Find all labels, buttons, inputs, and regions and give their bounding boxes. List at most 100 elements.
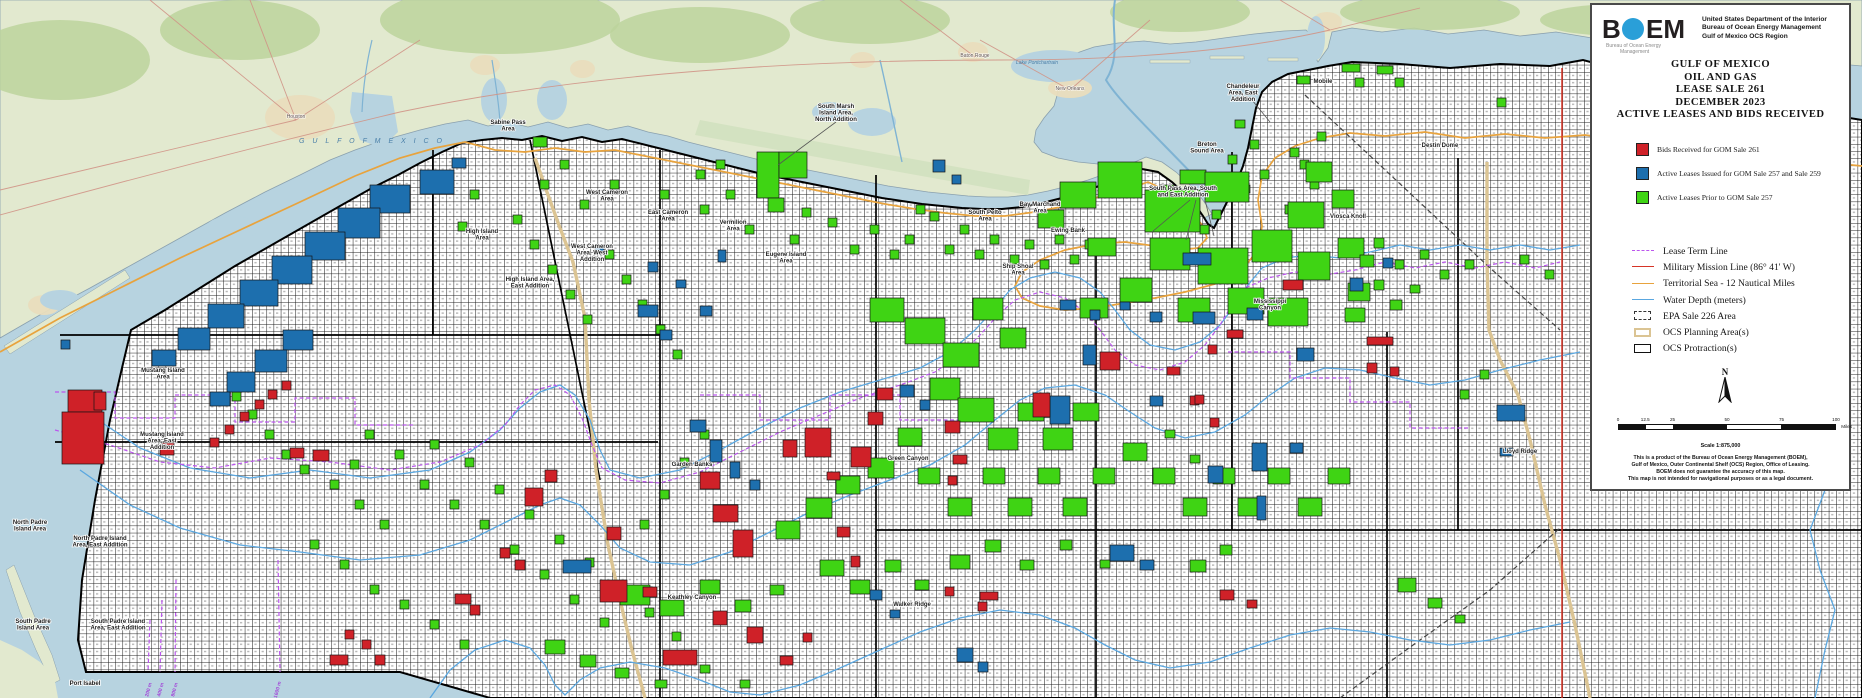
green-lease-block bbox=[740, 680, 750, 688]
green-lease-block bbox=[282, 450, 291, 459]
green-lease-block bbox=[1228, 155, 1237, 164]
blue-lease-block bbox=[1060, 300, 1076, 310]
scale-bar-segment bbox=[1673, 425, 1727, 429]
blue-lease-block bbox=[730, 462, 740, 478]
red-lease-block bbox=[663, 650, 697, 665]
red-lease-block bbox=[953, 455, 967, 464]
red-lease-block bbox=[470, 605, 480, 615]
green-lease-block bbox=[1093, 468, 1115, 484]
green-lease-block bbox=[495, 485, 504, 494]
blue-lease-block bbox=[255, 350, 287, 372]
svg-text:Management: Management bbox=[1620, 49, 1650, 55]
green-lease-block bbox=[1268, 468, 1290, 484]
legend-block-item-1: Active Leases Issued for GOM Sale 257 an… bbox=[1636, 161, 1846, 185]
disclaimer-line-2: BOEM does not guarantee the accuracy of … bbox=[1598, 469, 1843, 476]
green-lease-block bbox=[1374, 238, 1384, 248]
green-lease-block bbox=[1020, 560, 1034, 570]
green-lease-block bbox=[1040, 260, 1049, 269]
disclaimer-line-0: This is a product of the Bureau of Ocean… bbox=[1598, 455, 1843, 462]
red-lease-block bbox=[877, 388, 893, 400]
area-label: North Padre IslandArea, East Addition bbox=[72, 536, 127, 549]
blue-lease-block bbox=[1290, 443, 1303, 453]
green-lease-block bbox=[560, 160, 569, 169]
red-lease-block bbox=[780, 656, 793, 665]
legend-line-label: OCS Protraction(s) bbox=[1663, 343, 1737, 354]
green-lease-block bbox=[1342, 64, 1360, 72]
blue-lease-block bbox=[240, 280, 278, 306]
green-lease-block bbox=[850, 580, 870, 594]
green-lease-block bbox=[890, 250, 899, 259]
red-lease-block bbox=[1220, 590, 1234, 600]
green-lease-block bbox=[1520, 255, 1529, 264]
red-lease-block bbox=[851, 556, 860, 567]
red-lease-block bbox=[545, 470, 557, 482]
green-lease-block bbox=[905, 318, 945, 344]
green-lease-block bbox=[828, 218, 837, 227]
red-lease-block bbox=[945, 587, 954, 596]
green-lease-block bbox=[460, 640, 469, 649]
legend-line-label: OCS Planning Area(s) bbox=[1663, 327, 1749, 338]
map-svg: Sabine PassAreaHigh IslandAreaHigh Islan… bbox=[0, 0, 1862, 698]
agency-line-2: Gulf of Mexico OCS Region bbox=[1702, 33, 1857, 41]
barrier-island bbox=[1150, 60, 1190, 63]
blue-lease-block bbox=[1193, 312, 1215, 324]
red-lease-block bbox=[733, 530, 753, 557]
legend-line-item-lease: Lease Term Line bbox=[1632, 243, 1847, 259]
blue-lease-block bbox=[1350, 278, 1363, 291]
red-lease-block bbox=[980, 592, 998, 600]
green-lease-block bbox=[770, 585, 784, 595]
green-lease-block bbox=[673, 350, 682, 359]
blue-lease-block bbox=[210, 392, 230, 406]
blue-lease-block bbox=[1090, 310, 1100, 320]
legend-line-item-bathy: Water Depth (meters) bbox=[1632, 292, 1847, 308]
red-lease-block bbox=[868, 412, 883, 425]
city-label: Baton Rouge bbox=[960, 53, 989, 59]
red-lease-block bbox=[1210, 418, 1219, 427]
green-lease-block bbox=[1545, 270, 1554, 279]
blue-lease-block bbox=[1110, 545, 1134, 561]
forest-patch bbox=[610, 7, 790, 63]
green-lease-block bbox=[513, 215, 522, 224]
green-lease-block bbox=[1360, 255, 1374, 267]
green-lease-block bbox=[355, 500, 364, 509]
green-lease-block bbox=[1073, 403, 1099, 421]
green-lease-block bbox=[1460, 390, 1469, 399]
blue-lease-block bbox=[690, 420, 706, 432]
green-lease-block bbox=[905, 235, 914, 244]
red-lease-block bbox=[783, 440, 797, 457]
blue-lease-block bbox=[978, 662, 988, 672]
bay bbox=[481, 78, 507, 122]
red-lease-block bbox=[268, 390, 277, 399]
green-lease-block bbox=[510, 545, 519, 554]
green-lease-block bbox=[779, 152, 807, 178]
disclaimer-line-3: This map is not intended for navigationa… bbox=[1598, 476, 1843, 483]
red-lease-block bbox=[290, 448, 304, 458]
legend-swatch-icon bbox=[1636, 191, 1649, 204]
green-lease-block bbox=[930, 378, 960, 400]
protraction-line-icon bbox=[1632, 344, 1654, 354]
blue-lease-block bbox=[1150, 312, 1162, 322]
blue-lease-block bbox=[1297, 348, 1314, 361]
blue-lease-block bbox=[718, 250, 726, 262]
green-lease-block bbox=[943, 343, 979, 367]
green-lease-block bbox=[700, 665, 710, 673]
blue-lease-block bbox=[700, 306, 712, 316]
forest-patch bbox=[160, 0, 320, 60]
area-label: Ewing Bank bbox=[1051, 228, 1086, 234]
bathy-line-icon bbox=[1632, 295, 1654, 305]
green-lease-block bbox=[1098, 162, 1142, 198]
green-lease-block bbox=[660, 490, 669, 499]
green-lease-block bbox=[540, 570, 549, 579]
title-line-4: ACTIVE LEASES AND BIDS RECEIVED bbox=[1592, 109, 1849, 122]
green-lease-block bbox=[1100, 560, 1110, 568]
green-lease-block bbox=[1250, 140, 1259, 149]
legend-swatch-icon bbox=[1636, 167, 1649, 180]
green-lease-block bbox=[1465, 260, 1474, 269]
area-label: South Padre IslandArea, East Addition bbox=[90, 619, 145, 632]
area-label: Viosca Knoll bbox=[1330, 214, 1366, 220]
scale-bar-segments bbox=[1618, 424, 1836, 430]
green-lease-block bbox=[430, 620, 439, 629]
green-lease-block bbox=[870, 225, 879, 234]
green-lease-block bbox=[615, 668, 629, 678]
red-lease-block bbox=[803, 633, 812, 642]
